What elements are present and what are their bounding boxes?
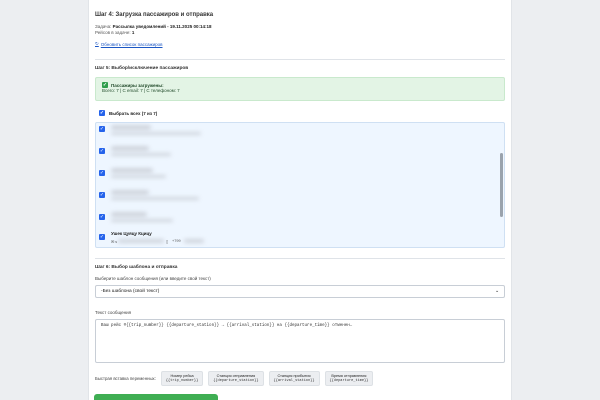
- insert-departure-time-button[interactable]: Время отправления {{departure_time}}: [324, 371, 374, 387]
- message-textarea[interactable]: Ваш рейс #{{trip_number}} {{departure_st…: [95, 319, 505, 363]
- task-value: Рассылка уведомлений - 19.11.2025 00:14:…: [112, 24, 212, 29]
- passenger-row[interactable]: ✓ Ушек Цуяцу Кцицу ✉ s ▯ +799: [96, 231, 496, 245]
- variable-title: Станция прибытия: [277, 374, 311, 378]
- quick-insert-label: Быстрая вставка переменных:: [95, 376, 156, 382]
- passenger-email: ✉ s: [111, 240, 118, 244]
- redacted-name: [111, 168, 153, 173]
- passenger-checkbox[interactable]: ✓: [99, 170, 105, 176]
- redacted-name: [111, 190, 149, 195]
- passenger-row[interactable]: ✓: [96, 211, 496, 225]
- variable-code: {{arrival_station}}: [273, 378, 315, 383]
- refresh-passengers-link[interactable]: ↻ Обновить список пассажиров: [95, 41, 505, 47]
- redacted-contacts: [111, 132, 201, 135]
- template-label: Выберите шаблон сообщения (или введите с…: [95, 276, 211, 281]
- trips-value: 1: [131, 30, 135, 35]
- refresh-link-label: Обновить список пассажиров: [100, 41, 163, 47]
- passenger-checkbox[interactable]: ✓: [99, 126, 105, 132]
- message-text: Ваш рейс #{{trip_number}} {{departure_st…: [101, 324, 353, 328]
- template-select-value: -Без шаблона (свой текст): [101, 289, 160, 294]
- passenger-checkbox[interactable]: ✓: [99, 148, 105, 154]
- redacted-contacts: [111, 219, 173, 222]
- divider: [95, 258, 505, 259]
- select-all-label: Выбрать всех (7 из 7): [109, 110, 158, 116]
- passenger-row[interactable]: ✓: [96, 123, 496, 137]
- step5-title: Шаг 5: Выбор/исключение пассажиров: [95, 66, 189, 71]
- insert-departure-station-button[interactable]: Станция отправления {{departure_station}…: [208, 371, 264, 387]
- passenger-list[interactable]: ✓ ✓ ✓ ✓ ✓ ✓ Ушек Цуяцу Кцицу ✉ s ▯ +799: [95, 122, 505, 248]
- divider: [95, 59, 505, 60]
- passenger-row[interactable]: ✓: [96, 189, 496, 203]
- passenger-checkbox[interactable]: ✓: [99, 192, 105, 198]
- template-select[interactable]: -Без шаблона (свой текст) ⌄: [95, 285, 505, 298]
- passenger-name: Ушек Цуяцу Кцицу: [111, 231, 152, 236]
- phone-icon: ▯: [166, 240, 169, 244]
- redacted-name: [111, 146, 149, 151]
- variable-code: {{departure_time}}: [329, 378, 369, 383]
- variable-title: Номер рейса: [170, 374, 194, 378]
- redacted-name: [111, 212, 147, 217]
- redacted-contacts: [111, 175, 166, 178]
- task-label: Задача:: [95, 24, 112, 29]
- passenger-row[interactable]: ✓: [96, 145, 496, 159]
- redacted-email: [118, 239, 164, 243]
- redacted-name: [111, 125, 151, 130]
- redacted-phone: [184, 239, 204, 243]
- passenger-checkbox[interactable]: ✓: [99, 234, 105, 240]
- refresh-icon: ↻: [95, 41, 99, 46]
- variable-code: {{trip_number}}: [165, 378, 199, 383]
- redacted-contacts: [111, 197, 199, 200]
- step6-title: Шаг 6: Выбор шаблона и отправка: [95, 265, 178, 270]
- select-all-checkbox[interactable]: ✓: [99, 110, 105, 116]
- message-label: Текст сообщения: [95, 310, 132, 315]
- variable-title: Время отправления: [331, 374, 367, 378]
- passenger-checkbox[interactable]: ✓: [99, 214, 105, 220]
- list-scrollbar[interactable]: [500, 153, 503, 217]
- main-card: Шаг 4: Загрузка пассажиров и отправка За…: [88, 0, 512, 400]
- trips-label: Рейсов в задаче:: [95, 30, 131, 35]
- variable-title: Станция отправления: [216, 374, 256, 378]
- chevron-down-icon: ⌄: [494, 289, 499, 294]
- variable-code: {{departure_station}}: [213, 378, 259, 383]
- insert-trip-number-button[interactable]: Номер рейса {{trip_number}}: [160, 371, 204, 387]
- redacted-contacts: [111, 153, 171, 156]
- passengers-loaded-alert: ✓ Пассажиры загружены: Всего: 7 | С emai…: [95, 77, 505, 101]
- passenger-phone: +799: [172, 239, 181, 243]
- passenger-row[interactable]: ✓: [96, 167, 496, 181]
- alert-body: Всего: 7 | С email: 7 | С телефоном: 7: [102, 88, 180, 93]
- alert-title: Пассажиры загружены:: [111, 82, 164, 88]
- step4-title: Шаг 4: Загрузка пассажиров и отправка: [95, 12, 214, 18]
- select-all-row[interactable]: ✓ Выбрать всех (7 из 7): [99, 109, 505, 117]
- insert-arrival-station-button[interactable]: Станция прибытия {{arrival_station}}: [268, 371, 320, 387]
- send-button[interactable]: [94, 394, 218, 400]
- quick-insert-row: Быстрая вставка переменных: Номер рейса …: [95, 371, 505, 387]
- trips-info: Рейсов в задаче: 1: [95, 30, 505, 36]
